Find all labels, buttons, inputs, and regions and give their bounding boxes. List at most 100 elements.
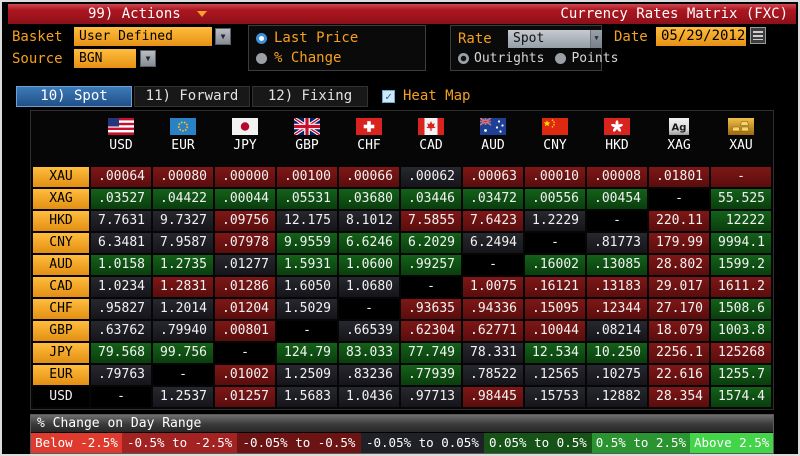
rate-cell-hkd-cad[interactable]: 7.5855 xyxy=(401,211,461,231)
row-label-chf[interactable]: CHF xyxy=(33,299,89,319)
basket-dropdown-arrow-icon[interactable]: ▼ xyxy=(215,28,231,45)
rate-cell-chf-cny[interactable]: .15095 xyxy=(525,299,585,319)
rate-cell-xau-cny[interactable]: .00010 xyxy=(525,167,585,187)
rate-cell-jpy-cny[interactable]: 12.534 xyxy=(525,343,585,363)
rate-cell-usd-xag[interactable]: 28.354 xyxy=(649,387,709,407)
rate-cell-eur-chf[interactable]: .83236 xyxy=(339,365,399,385)
rate-cell-cad-cny[interactable]: .16121 xyxy=(525,277,585,297)
calendar-icon[interactable] xyxy=(750,27,766,44)
rate-cell-gbp-aud[interactable]: .62771 xyxy=(463,321,523,341)
rate-cell-eur-xag[interactable]: 22.616 xyxy=(649,365,709,385)
rate-cell-xag-xau[interactable]: 55.525 xyxy=(711,189,771,209)
radio-selected-icon[interactable] xyxy=(256,33,267,44)
tab-forward[interactable]: 11) Forward xyxy=(134,86,250,107)
rate-cell-xau-xau[interactable]: - xyxy=(711,167,771,187)
rate-cell-aud-gbp[interactable]: 1.5931 xyxy=(277,255,337,275)
source-select[interactable]: BGN xyxy=(74,49,136,68)
rate-cell-gbp-eur[interactable]: .79940 xyxy=(153,321,213,341)
rate-cell-xag-xag[interactable]: - xyxy=(649,189,709,209)
rate-cell-jpy-xau[interactable]: 125268 xyxy=(711,343,771,363)
rate-cell-xau-aud[interactable]: .00063 xyxy=(463,167,523,187)
rate-cell-cad-aud[interactable]: 1.0075 xyxy=(463,277,523,297)
rate-cell-cny-cny[interactable]: - xyxy=(525,233,585,253)
rate-cell-xag-eur[interactable]: .04422 xyxy=(153,189,213,209)
last-price-option[interactable]: Last Price xyxy=(256,30,425,46)
row-label-gbp[interactable]: GBP xyxy=(33,321,89,341)
rate-cell-xau-cad[interactable]: .00062 xyxy=(401,167,461,187)
rate-cell-chf-aud[interactable]: .94336 xyxy=(463,299,523,319)
rate-cell-usd-aud[interactable]: .98445 xyxy=(463,387,523,407)
rate-cell-cny-gbp[interactable]: 9.9559 xyxy=(277,233,337,253)
rate-cell-chf-usd[interactable]: .95827 xyxy=(91,299,151,319)
rate-cell-xag-cad[interactable]: .03446 xyxy=(401,189,461,209)
rate-cell-aud-chf[interactable]: 1.0600 xyxy=(339,255,399,275)
rate-cell-cny-eur[interactable]: 7.9587 xyxy=(153,233,213,253)
rate-cell-aud-xag[interactable]: 28.802 xyxy=(649,255,709,275)
rate-cell-usd-usd[interactable]: - xyxy=(91,387,151,407)
rate-cell-hkd-cny[interactable]: 1.2229 xyxy=(525,211,585,231)
rate-cell-gbp-xag[interactable]: 18.079 xyxy=(649,321,709,341)
rate-cell-jpy-hkd[interactable]: 10.250 xyxy=(587,343,647,363)
rate-cell-cad-usd[interactable]: 1.0234 xyxy=(91,277,151,297)
rate-cell-xag-usd[interactable]: .03527 xyxy=(91,189,151,209)
actions-menu[interactable]: 99) Actions xyxy=(88,6,207,22)
rate-cell-jpy-usd[interactable]: 79.568 xyxy=(91,343,151,363)
rate-cell-aud-jpy[interactable]: .01277 xyxy=(215,255,275,275)
rate-cell-gbp-xau[interactable]: 1003.8 xyxy=(711,321,771,341)
rate-cell-xau-eur[interactable]: .00080 xyxy=(153,167,213,187)
rate-cell-eur-eur[interactable]: - xyxy=(153,365,213,385)
rate-cell-hkd-gbp[interactable]: 12.175 xyxy=(277,211,337,231)
rate-cell-chf-cad[interactable]: .93635 xyxy=(401,299,461,319)
outrights-radio-icon[interactable] xyxy=(458,53,469,64)
rate-cell-usd-gbp[interactable]: 1.5683 xyxy=(277,387,337,407)
rate-cell-eur-hkd[interactable]: .10275 xyxy=(587,365,647,385)
row-label-xau[interactable]: XAU xyxy=(33,167,89,187)
rate-cell-gbp-chf[interactable]: .66539 xyxy=(339,321,399,341)
rate-cell-eur-aud[interactable]: .78522 xyxy=(463,365,523,385)
rate-cell-gbp-cad[interactable]: .62304 xyxy=(401,321,461,341)
rate-cell-xau-hkd[interactable]: .00008 xyxy=(587,167,647,187)
rate-cell-usd-jpy[interactable]: .01257 xyxy=(215,387,275,407)
heat-map-toggle[interactable]: ✓ Heat Map xyxy=(382,88,470,104)
rate-cell-cad-jpy[interactable]: .01286 xyxy=(215,277,275,297)
rate-cell-jpy-jpy[interactable]: - xyxy=(215,343,275,363)
tab-fixing[interactable]: 12) Fixing xyxy=(252,86,368,107)
rate-cell-aud-usd[interactable]: 1.0158 xyxy=(91,255,151,275)
rate-cell-xag-hkd[interactable]: .00454 xyxy=(587,189,647,209)
rate-cell-cad-hkd[interactable]: .13183 xyxy=(587,277,647,297)
rate-cell-hkd-hkd[interactable]: - xyxy=(587,211,647,231)
rate-cell-xag-cny[interactable]: .00556 xyxy=(525,189,585,209)
rate-cell-jpy-cad[interactable]: 77.749 xyxy=(401,343,461,363)
rate-cell-cad-cad[interactable]: - xyxy=(401,277,461,297)
rate-cell-xag-gbp[interactable]: .05531 xyxy=(277,189,337,209)
rate-cell-hkd-xag[interactable]: 220.11 xyxy=(649,211,709,231)
rate-cell-eur-cad[interactable]: .77939 xyxy=(401,365,461,385)
rate-cell-usd-chf[interactable]: 1.0436 xyxy=(339,387,399,407)
rate-cell-cny-cad[interactable]: 6.2029 xyxy=(401,233,461,253)
rate-cell-cad-xag[interactable]: 29.017 xyxy=(649,277,709,297)
rate-cell-eur-gbp[interactable]: 1.2509 xyxy=(277,365,337,385)
rate-cell-aud-aud[interactable]: - xyxy=(463,255,523,275)
source-dropdown-arrow-icon[interactable]: ▼ xyxy=(140,50,156,67)
rate-cell-cad-chf[interactable]: 1.0680 xyxy=(339,277,399,297)
row-label-eur[interactable]: EUR xyxy=(33,365,89,385)
rate-cell-gbp-cny[interactable]: .10044 xyxy=(525,321,585,341)
rate-cell-cad-gbp[interactable]: 1.6050 xyxy=(277,277,337,297)
rate-cell-gbp-usd[interactable]: .63762 xyxy=(91,321,151,341)
rate-cell-chf-chf[interactable]: - xyxy=(339,299,399,319)
tab-spot[interactable]: 10) Spot xyxy=(16,86,132,107)
rate-cell-aud-cny[interactable]: .16002 xyxy=(525,255,585,275)
row-label-hkd[interactable]: HKD xyxy=(33,211,89,231)
rate-cell-xau-gbp[interactable]: .00100 xyxy=(277,167,337,187)
rate-cell-jpy-aud[interactable]: 78.331 xyxy=(463,343,523,363)
rate-cell-gbp-gbp[interactable]: - xyxy=(277,321,337,341)
rate-cell-cny-jpy[interactable]: .07978 xyxy=(215,233,275,253)
basket-select[interactable]: User Defined xyxy=(74,27,212,46)
rate-cell-xag-aud[interactable]: .03472 xyxy=(463,189,523,209)
rate-cell-eur-xau[interactable]: 1255.7 xyxy=(711,365,771,385)
rate-cell-eur-jpy[interactable]: .01002 xyxy=(215,365,275,385)
pct-change-option[interactable]: % Change xyxy=(256,50,425,66)
rate-cell-hkd-eur[interactable]: 9.7327 xyxy=(153,211,213,231)
rate-dropdown-arrow-icon[interactable]: ▼ xyxy=(590,30,602,48)
rate-cell-cny-aud[interactable]: 6.2494 xyxy=(463,233,523,253)
